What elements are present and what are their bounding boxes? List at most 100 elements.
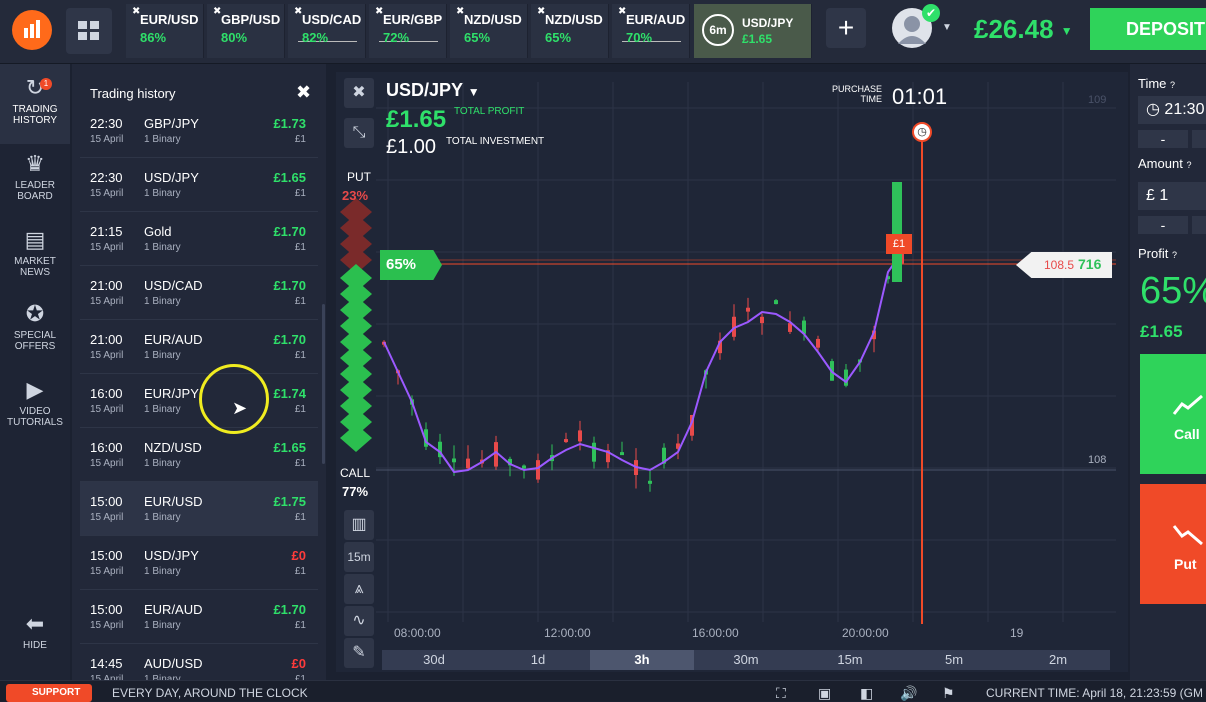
- price-chart[interactable]: [336, 72, 1128, 672]
- history-row[interactable]: 22:30 15 April GBP/JPY 1 Binary £1.73 £1: [80, 104, 318, 158]
- panel-title: Trading history: [90, 86, 176, 101]
- pencil-icon[interactable]: ✎: [344, 638, 374, 668]
- timeframe-1d[interactable]: 1d: [486, 650, 590, 670]
- trade-asset: EUR/AUD: [144, 602, 203, 617]
- asset-name: EUR/GBP: [383, 12, 443, 27]
- candle: [648, 480, 652, 484]
- trade-kind: 1 Binary: [144, 296, 181, 307]
- time-input[interactable]: ◷ 21:30: [1138, 96, 1206, 124]
- asset-name: NZD/USD: [545, 12, 603, 27]
- add-asset-button[interactable]: +: [826, 8, 866, 48]
- profit-label: Profit ?: [1138, 246, 1177, 261]
- trade-date: 15 April: [90, 404, 124, 415]
- asset-tab-usdcad[interactable]: ✖ USD/CAD 82%: [288, 4, 366, 58]
- history-row[interactable]: 16:00 15 April NZD/USD 1 Binary £1.65 £1: [80, 428, 318, 482]
- asset-selector[interactable]: USD/JPY ▼: [386, 80, 480, 101]
- chart-area[interactable]: ✖ ⤡ PUT 23% CALL 77% ▥ 15m ⩓ ∿ ✎ USD/JPY…: [336, 72, 1128, 672]
- timeframe-30m[interactable]: 30m: [694, 650, 798, 670]
- nav-market-news[interactable]: ▤ MARKET NEWS: [0, 228, 70, 279]
- time-minus-button[interactable]: -: [1138, 130, 1188, 148]
- language-flag-icon[interactable]: ⚑: [942, 685, 955, 702]
- nav-leader-board[interactable]: ♛ LEADER BOARD: [0, 152, 70, 203]
- amount-label: Amount ?: [1138, 156, 1191, 171]
- trade-kind: 1 Binary: [144, 566, 181, 577]
- trade-time: 16:00: [90, 440, 123, 455]
- trade-date: 15 April: [90, 620, 124, 631]
- time-value: 21:30: [1164, 101, 1205, 118]
- collapse-icon[interactable]: ⤡: [344, 118, 374, 148]
- amount-plus-button[interactable]: [1192, 216, 1206, 234]
- interval-button[interactable]: 15m: [344, 542, 374, 572]
- close-chart-icon[interactable]: ✖: [344, 78, 374, 108]
- scrollbar[interactable]: [322, 304, 325, 464]
- trade-payout: £1.70: [273, 278, 306, 293]
- nav-special-offers[interactable]: ✪ SPECIAL OFFERS: [0, 302, 70, 353]
- deposit-button[interactable]: DEPOSIT: [1090, 8, 1206, 50]
- trade-time: 22:30: [90, 116, 123, 131]
- nav-trading-history[interactable]: ↻ TRADING HISTORY 1: [0, 64, 70, 144]
- asset-payout: 80%: [221, 30, 248, 45]
- support-button[interactable]: SUPPORT: [6, 684, 92, 702]
- history-row[interactable]: 15:00 15 April EUR/AUD 1 Binary £1.70 £1: [80, 590, 318, 644]
- chart-type-icon[interactable]: ▥: [344, 510, 374, 540]
- put-label: Put: [1174, 556, 1197, 572]
- asset-tab-nzdusd[interactable]: ✖ NZD/USD 65%: [450, 4, 528, 58]
- call-button[interactable]: Call: [1140, 354, 1206, 474]
- candle: [844, 369, 848, 386]
- timeframe-3h[interactable]: 3h: [590, 650, 694, 670]
- asset-tab-nzdusd-2[interactable]: ✖ NZD/USD 65%: [531, 4, 609, 58]
- history-row[interactable]: 22:30 15 April USD/JPY 1 Binary £1.65 £1: [80, 158, 318, 212]
- nav-label: TRADING: [12, 104, 58, 115]
- time-plus-button[interactable]: [1192, 130, 1206, 148]
- pair-name: USD/JPY: [386, 80, 463, 100]
- trade-kind: 1 Binary: [144, 458, 181, 469]
- put-percent: 23%: [342, 188, 369, 203]
- account-balance[interactable]: £26.48 ▼: [974, 14, 1073, 45]
- history-row[interactable]: 21:00 15 April USD/CAD 1 Binary £1.70 £1: [80, 266, 318, 320]
- put-button[interactable]: Put: [1140, 484, 1206, 604]
- label-text: Time: [1138, 76, 1167, 91]
- asset-tab-euraud[interactable]: ✖ EUR/AUD 70%: [612, 4, 690, 58]
- sound-icon[interactable]: 🔊: [900, 685, 917, 702]
- history-row[interactable]: 15:00 15 April EUR/USD 1 Binary £1.75 £1: [80, 482, 318, 536]
- trade-asset: EUR/JPY: [144, 386, 199, 401]
- amount-input[interactable]: £ 1: [1138, 182, 1206, 210]
- trade-payout: £1.73: [273, 116, 306, 131]
- window-icon[interactable]: ▣: [818, 685, 831, 702]
- indicators-icon[interactable]: ⩓: [344, 574, 374, 604]
- history-row[interactable]: 21:00 15 April EUR/AUD 1 Binary £1.70 £1: [80, 320, 318, 374]
- nav-video-tutorials[interactable]: ▶ VIDEO TUTORIALS: [0, 378, 70, 429]
- expiry-badge: 6m: [702, 14, 734, 46]
- grid-menu-icon[interactable]: [66, 8, 112, 54]
- put-label: PUT: [347, 170, 371, 184]
- trade-investment: £1: [294, 350, 306, 361]
- total-investment-label: TOTAL INVESTMENT: [446, 136, 545, 147]
- asset-tab-eurusd[interactable]: ✖ EUR/USD 86%: [126, 4, 204, 58]
- nav-hide[interactable]: ⬅ HIDE: [0, 612, 70, 652]
- trade-date: 15 April: [90, 242, 124, 253]
- trade-time: 15:00: [90, 602, 123, 617]
- timeframe-5m[interactable]: 5m: [902, 650, 1006, 670]
- trade-payout: £1.65: [273, 170, 306, 185]
- trend-icon[interactable]: ∿: [344, 606, 374, 636]
- purchase-time-value: 01:01: [892, 84, 948, 109]
- trade-asset: EUR/USD: [144, 494, 203, 509]
- asset-tab-eurgbp[interactable]: ✖ EUR/GBP 72%: [369, 4, 447, 58]
- timeframe-30d[interactable]: 30d: [382, 650, 486, 670]
- amount-minus-button[interactable]: -: [1138, 216, 1188, 234]
- chart-settings-icon[interactable]: ◧: [860, 685, 873, 702]
- fullscreen-icon[interactable]: ⛶: [776, 685, 786, 702]
- history-row[interactable]: 15:00 15 April USD/JPY 1 Binary £0 £1: [80, 536, 318, 590]
- profile-dropdown-icon[interactable]: ▼: [942, 22, 952, 33]
- timeframe-2m[interactable]: 2m: [1006, 650, 1110, 670]
- clock-icon: ◷: [1146, 101, 1160, 118]
- notification-badge: 1: [40, 78, 52, 90]
- trade-asset: GBP/JPY: [144, 116, 199, 131]
- asset-tab-usdjpy-active[interactable]: 6m USD/JPY £1.65: [694, 4, 812, 58]
- close-icon[interactable]: ✖: [296, 82, 311, 103]
- asset-tab-gbpusd[interactable]: ✖ GBP/USD 80%: [207, 4, 285, 58]
- timeframe-15m[interactable]: 15m: [798, 650, 902, 670]
- history-row[interactable]: 21:15 15 April Gold 1 Binary £1.70 £1: [80, 212, 318, 266]
- app-logo-icon[interactable]: [12, 10, 52, 50]
- candle: [466, 458, 470, 469]
